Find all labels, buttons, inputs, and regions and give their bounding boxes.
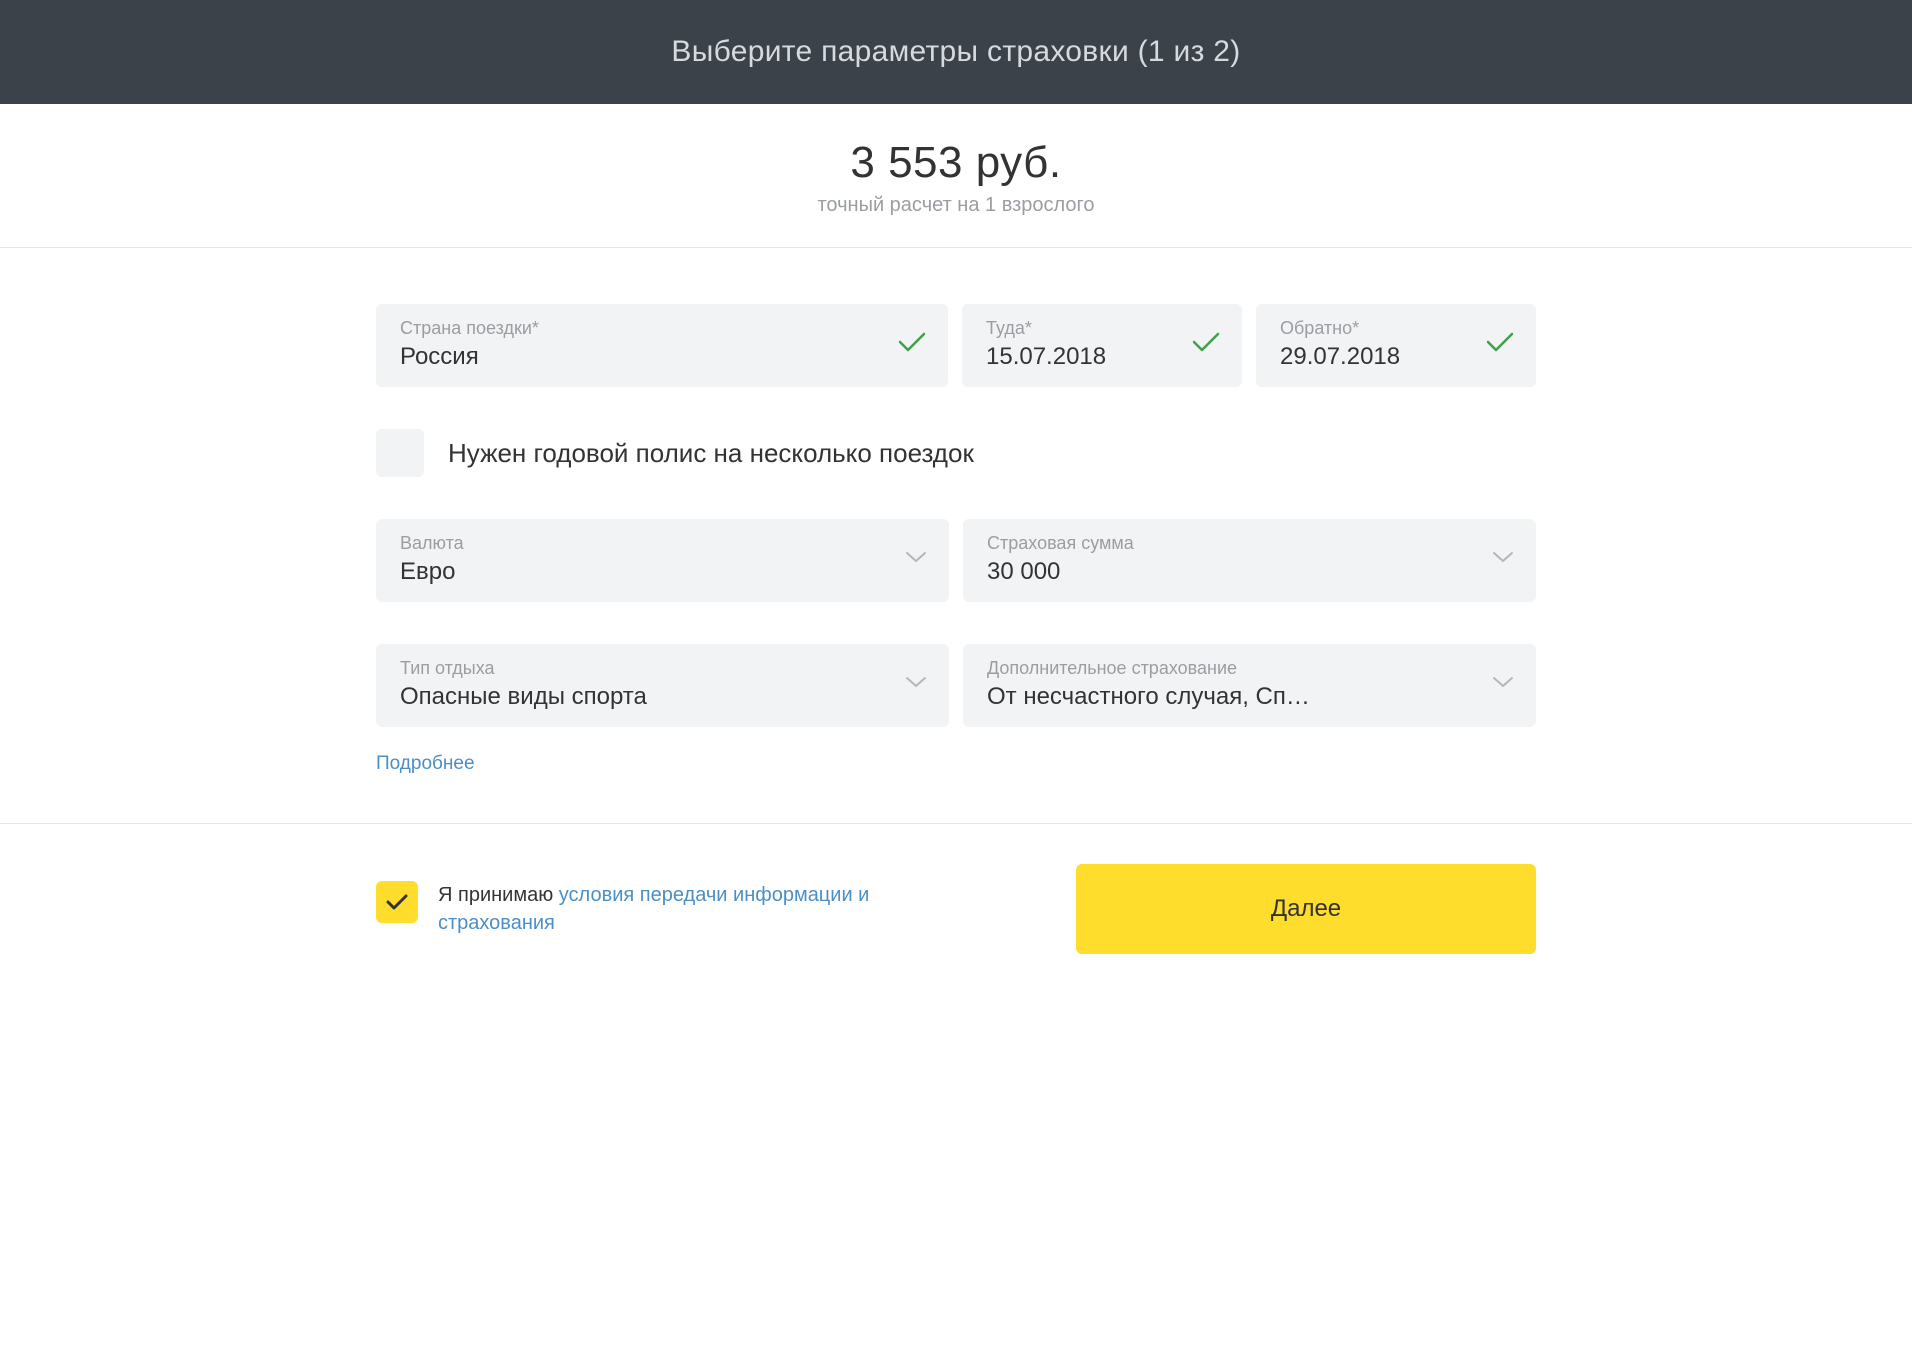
additional-label: Дополнительное страхование: [987, 658, 1478, 679]
check-icon: [1486, 331, 1514, 358]
chevron-down-icon: [905, 550, 927, 569]
sum-label: Страховая сумма: [987, 533, 1478, 554]
date-from-field[interactable]: Туда* 15.07.2018: [962, 304, 1242, 387]
sum-field[interactable]: Страховая сумма 30 000: [963, 519, 1536, 602]
currency-field[interactable]: Валюта Евро: [376, 519, 949, 602]
additional-field[interactable]: Дополнительное страхование От несчастног…: [963, 644, 1536, 727]
check-icon: [898, 331, 926, 358]
sum-value: 30 000: [987, 558, 1478, 586]
chevron-down-icon: [905, 675, 927, 694]
country-label: Страна поездки*: [400, 318, 884, 339]
accept-prefix: Я принимаю: [438, 884, 559, 906]
currency-label: Валюта: [400, 533, 891, 554]
accept-checkbox[interactable]: [376, 881, 418, 923]
country-value: Россия: [400, 343, 884, 371]
currency-value: Евро: [400, 558, 891, 586]
rest-type-value: Опасные виды спорта: [400, 683, 891, 711]
yearly-policy-label: Нужен годовой полис на несколько поездок: [448, 438, 974, 469]
chevron-down-icon: [1492, 550, 1514, 569]
check-icon: [1192, 331, 1220, 358]
price-subtitle: точный расчет на 1 взрослого: [0, 194, 1912, 217]
accept-box: Я принимаю условия передачи информации и…: [376, 881, 1052, 937]
date-to-field[interactable]: Обратно* 29.07.2018: [1256, 304, 1536, 387]
date-to-label: Обратно*: [1280, 318, 1472, 339]
price-amount: 3 553 руб.: [0, 138, 1912, 188]
chevron-down-icon: [1492, 675, 1514, 694]
rest-type-label: Тип отдыха: [400, 658, 891, 679]
rest-type-field[interactable]: Тип отдыха Опасные виды спорта: [376, 644, 949, 727]
accept-text: Я принимаю условия передачи информации и…: [438, 881, 898, 937]
next-button[interactable]: Далее: [1076, 864, 1536, 954]
footer-row: Я принимаю условия передачи информации и…: [376, 824, 1536, 994]
header-bar: Выберите параметры страховки (1 из 2): [0, 0, 1912, 104]
form: Страна поездки* Россия Туда* 15.07.2018 …: [376, 248, 1536, 775]
check-icon: [386, 893, 408, 911]
date-to-value: 29.07.2018: [1280, 343, 1472, 371]
page-title: Выберите параметры страховки (1 из 2): [671, 35, 1240, 69]
price-section: 3 553 руб. точный расчет на 1 взрослого: [0, 104, 1912, 248]
date-from-value: 15.07.2018: [986, 343, 1178, 371]
yearly-policy-row: Нужен годовой полис на несколько поездок: [376, 401, 1536, 519]
yearly-policy-checkbox[interactable]: [376, 429, 424, 477]
details-link[interactable]: Подробнее: [376, 753, 475, 775]
date-from-label: Туда*: [986, 318, 1178, 339]
country-field[interactable]: Страна поездки* Россия: [376, 304, 948, 387]
additional-value: От несчастного случая, Сп…: [987, 683, 1478, 711]
